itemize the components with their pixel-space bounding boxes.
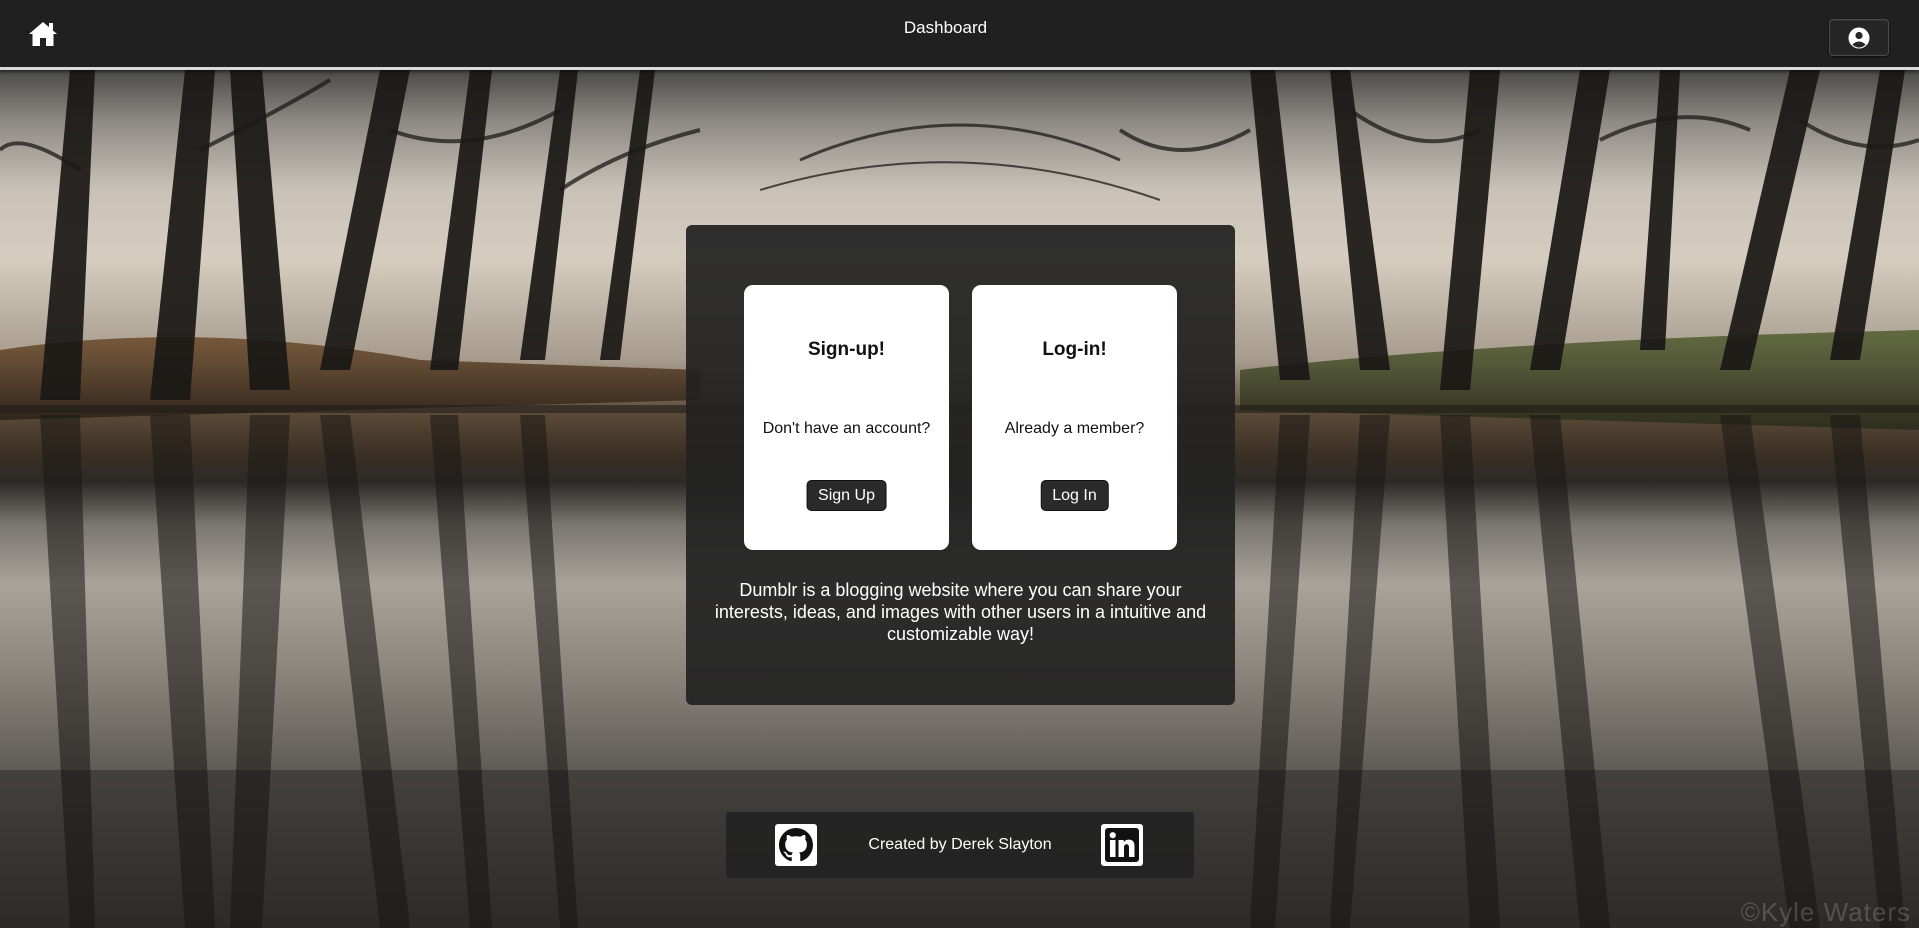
top-navbar: Dashboard	[0, 0, 1919, 70]
linkedin-link[interactable]	[1101, 824, 1143, 866]
signup-prompt: Don't have an account?	[762, 420, 931, 437]
footer: Created by Derek Slayton	[726, 812, 1194, 878]
login-title: Log-in!	[1042, 339, 1107, 360]
user-circle-icon	[1848, 27, 1870, 48]
auth-panel: Sign-up! Don't have an account? Sign Up …	[686, 225, 1235, 705]
account-button[interactable]	[1829, 19, 1889, 56]
login-card: Log-in! Already a member? Log In	[972, 285, 1177, 550]
signup-title: Sign-up!	[807, 339, 886, 360]
sign-up-button[interactable]: Sign Up	[806, 480, 887, 511]
site-description: Dumblr is a blogging website where you c…	[714, 580, 1207, 644]
log-in-button[interactable]: Log In	[1040, 480, 1109, 511]
photo-watermark: ©Kyle Waters	[1740, 897, 1911, 927]
signup-card: Sign-up! Don't have an account? Sign Up	[744, 285, 949, 550]
page-title: Dashboard	[903, 18, 988, 37]
linkedin-icon	[1105, 828, 1139, 862]
login-prompt: Already a member?	[1004, 420, 1145, 437]
